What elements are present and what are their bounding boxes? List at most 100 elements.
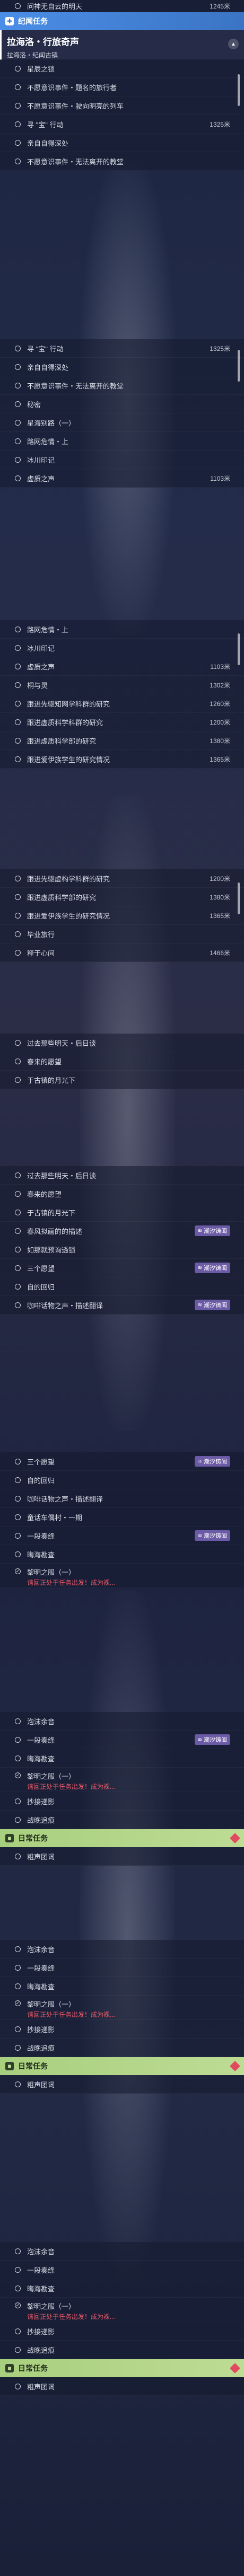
list-item[interactable]: 晦海勘查	[0, 2279, 244, 2298]
list-item[interactable]: 童话车偶村・一期	[0, 1508, 244, 1527]
list-item[interactable]: 跟进先驱知网学科群的研究 1260米	[0, 694, 244, 713]
task-status-icon	[15, 1736, 21, 1743]
list-item[interactable]: 抄接递影	[0, 1792, 244, 1811]
wave-icon: ≋	[197, 1532, 202, 1539]
list-item[interactable]: 跟进虚质科学科群的研究 1200米	[0, 713, 244, 731]
list-item[interactable]: 抄接递影	[0, 2020, 244, 2039]
list-item[interactable]: 跟进先驱虚构学科群的研究 1200米	[0, 869, 244, 888]
list-item[interactable]: 亲自自得深处	[0, 358, 244, 376]
task-status-icon	[15, 1816, 21, 1823]
list-item-warning[interactable]: 黎明之服（一）请回正处于任务出发！成为裸...	[0, 2298, 244, 2322]
list-item[interactable]: 过去那些明天・后日谈	[0, 1166, 244, 1185]
list-item[interactable]: 如那就预询透锁	[0, 1240, 244, 1259]
task-status-icon	[15, 1058, 21, 1064]
list-item[interactable]: 寻 "宝" 行动 1325米	[0, 115, 244, 134]
list-item[interactable]: 不愿意识事件・题名的旅行者	[0, 78, 244, 96]
task-status-icon	[15, 2328, 21, 2334]
active-quest-card[interactable]: 拉海洛・行旅奇声 拉海洛・纪闻古镇 ▲	[0, 30, 244, 60]
list-item[interactable]: 春来的愿望	[0, 1185, 244, 1203]
list-item[interactable]: 路网危情・上	[0, 432, 244, 451]
section-header-daily[interactable]: ■ 日常任务	[0, 2359, 244, 2377]
list-item[interactable]: 泡沫余音	[0, 2242, 244, 2261]
list-item[interactable]: 三个愿望 ≋ 潮汐铸阖	[0, 1259, 244, 1277]
list-item[interactable]: 一段奏绦	[0, 2261, 244, 2279]
list-item[interactable]: 秘密	[0, 395, 244, 413]
task-status-icon	[15, 737, 21, 744]
list-item[interactable]: 跟进虚质科学部的研究 1380米	[0, 888, 244, 906]
list-item[interactable]: 自的回归	[0, 1471, 244, 1489]
task-status-icon	[15, 931, 21, 937]
list-item[interactable]: 毕业旅行	[0, 925, 244, 943]
list-item[interactable]: 跟进虚质科学部的研究 1380米	[0, 731, 244, 750]
task-status-icon	[15, 102, 21, 109]
list-item[interactable]: 晦海勘查	[0, 1545, 244, 1564]
list-item-warning[interactable]: 黎明之服（一）请回正处于任务出发！成为裸...	[0, 1996, 244, 2020]
list-item[interactable]: 冰川印记	[0, 451, 244, 469]
task-status-icon	[15, 894, 21, 900]
list-item[interactable]: 虚质之声 1103米	[0, 657, 244, 676]
list-item[interactable]: 一段奏绦	[0, 1959, 244, 1977]
list-item[interactable]: 虚质之声 1103米	[0, 469, 244, 488]
collapse-icon[interactable]: ▲	[228, 39, 239, 49]
section-header-daily[interactable]: ■ 日常任务	[0, 2057, 244, 2075]
task-status-icon	[15, 1228, 21, 1234]
list-item[interactable]: 于古镇的月光下	[0, 1071, 244, 1089]
list-item[interactable]: 释于心间 1466米	[0, 943, 244, 962]
task-status-icon	[15, 700, 21, 707]
section-header-events[interactable]: ✚ 纪闻任务	[0, 12, 244, 30]
list-item[interactable]: 自的回归	[0, 1277, 244, 1296]
wave-icon: ≋	[197, 1265, 202, 1271]
list-item[interactable]: 泡沫余音	[0, 1940, 244, 1959]
task-status-icon	[15, 1265, 21, 1271]
list-item[interactable]: 于古镇的月光下	[0, 1203, 244, 1222]
list-item[interactable]: 战晚追痕	[0, 2039, 244, 2057]
list-item[interactable]: 一段奏绦 ≋ 潮汐铸阖	[0, 1527, 244, 1545]
list-item[interactable]: 跟进爱伊族学生的研究情况 1365米	[0, 750, 244, 769]
list-item[interactable]: 粗声团词	[0, 1847, 244, 1866]
list-item[interactable]: 路网危情・上	[0, 620, 244, 639]
list-item[interactable]: 战晚追痕	[0, 1811, 244, 1829]
list-item[interactable]: 抄接递影	[0, 2322, 244, 2341]
list-item[interactable]: 桐与灵 1302米	[0, 676, 244, 694]
list-item[interactable]: 跟进爱伊族学生的研究情况 1365米	[0, 906, 244, 925]
list-item[interactable]: 亲自自得深处	[0, 134, 244, 152]
list-item[interactable]: 泡沫余音	[0, 1712, 244, 1731]
list-item[interactable]: 春风拟画的的描述 ≋ 潮汐铸阖	[0, 1222, 244, 1240]
list-item[interactable]: 过去那些明天・后日谈	[0, 1034, 244, 1052]
list-item[interactable]: 三个愿望 ≋ 潮汐铸阖	[0, 1452, 244, 1471]
task-status-icon	[15, 663, 21, 669]
list-item[interactable]: 春来的愿望	[0, 1052, 244, 1071]
list-item[interactable]: 咖啡话物之声・描述翻译	[0, 1489, 244, 1508]
section-header-daily[interactable]: ■ 日常任务	[0, 1829, 244, 1847]
list-item[interactable]: 寻 "宝" 行动 1325米	[0, 339, 244, 358]
scrollbar[interactable]	[238, 350, 240, 382]
wave-icon: ≋	[197, 1458, 202, 1465]
list-item[interactable]: 晦海勘查	[0, 1977, 244, 1996]
list-item[interactable]: 战晚追痕	[0, 2341, 244, 2359]
task-status-icon	[15, 1853, 21, 1859]
task-list-block-a: 星辰之锁 不愿意识事件・题名的旅行者 不愿意识事件・驶向明亮的列车 寻 "宝" …	[0, 59, 244, 171]
list-item[interactable]: 不愿意识事件・无法离开的教堂	[0, 152, 244, 171]
list-item[interactable]: 问神无自云的明天 1245米	[0, 0, 244, 12]
task-status-icon	[15, 438, 21, 444]
task-status-icon	[15, 2346, 21, 2353]
list-item[interactable]: 一段奏绦 ≋ 潮汐铸阖	[0, 1731, 244, 1749]
list-item[interactable]: 冰川印记	[0, 639, 244, 657]
list-item[interactable]: 不愿意识事件・无法离开的教堂	[0, 376, 244, 395]
list-item[interactable]: 晦海勘查	[0, 1749, 244, 1768]
list-item[interactable]: 星辰之锁	[0, 59, 244, 78]
list-item-warning[interactable]: 黎明之服（一）请回正处于任务出发！成为裸...	[0, 1564, 244, 1588]
list-item[interactable]: 粗声团词	[0, 2075, 244, 2094]
list-item-warning[interactable]: 黎明之服（一）请回正处于任务出发！成为裸...	[0, 1768, 244, 1792]
list-item[interactable]: 粗声团词	[0, 2377, 244, 2396]
daily-icon: ■	[5, 1834, 14, 1842]
task-status-icon	[15, 1514, 21, 1520]
task-list-block-b: 寻 "宝" 行动 1325米 亲自自得深处 不愿意识事件・无法离开的教堂 秘密 星…	[0, 339, 244, 488]
scrollbar[interactable]	[238, 74, 240, 106]
scrollbar[interactable]	[238, 883, 240, 914]
task-status-icon	[15, 1946, 21, 1952]
list-item[interactable]: 不愿意识事件・驶向明亮的列车	[0, 96, 244, 115]
list-item[interactable]: 星海别路（一）	[0, 413, 244, 432]
scrollbar[interactable]	[238, 633, 240, 665]
list-item[interactable]: 咖啡话物之声・描述翻译 ≋ 潮汐铸阖	[0, 1296, 244, 1315]
